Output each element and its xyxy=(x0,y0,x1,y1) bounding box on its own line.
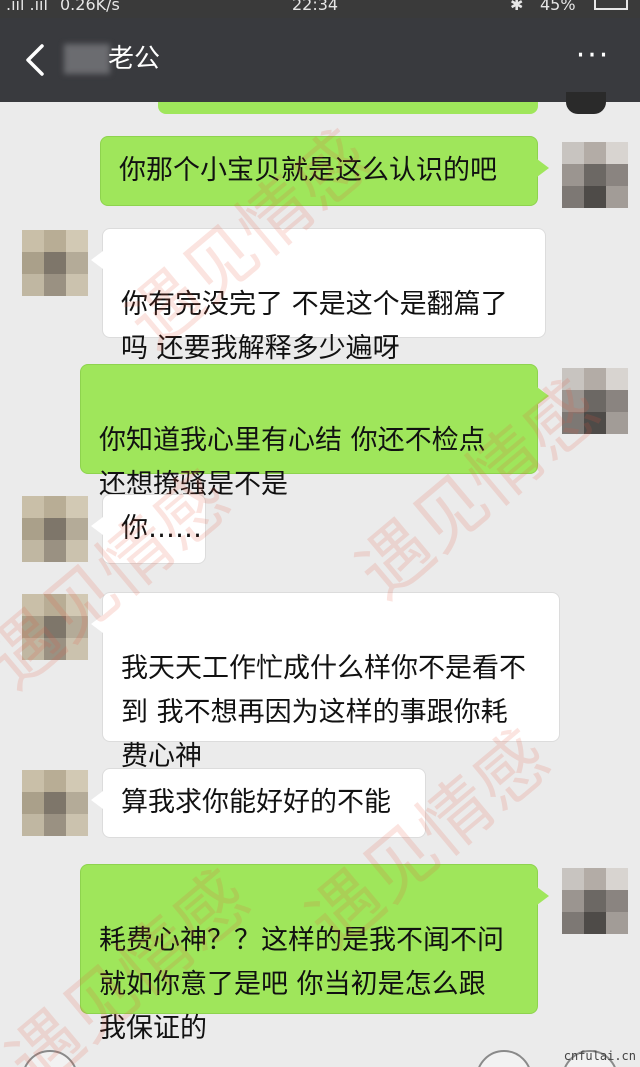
battery-icon xyxy=(594,0,628,10)
voice-toggle-button[interactable] xyxy=(22,1050,78,1067)
more-options-button[interactable]: ··· xyxy=(568,38,618,82)
message-bubble-received[interactable]: 我天天工作忙成什么样你不是看不 到 我不想再因为这样的事跟你耗 费心神 xyxy=(91,592,560,772)
emoji-button[interactable] xyxy=(476,1050,532,1067)
message-bubble-sent[interactable]: 耗费心神？？这样的是我不闻不问 就如你意了是吧 你当初是怎么跟 我保证的 xyxy=(80,864,549,1044)
battery-percent: 45% xyxy=(540,0,576,14)
message-text: 你那个小宝贝就是这么认识的吧 xyxy=(119,155,497,186)
contact-avatar[interactable] xyxy=(22,230,88,296)
contact-avatar[interactable] xyxy=(22,770,88,836)
back-button[interactable] xyxy=(18,38,54,82)
contact-avatar[interactable] xyxy=(22,594,88,660)
contact-name: 老公 xyxy=(108,44,161,74)
my-avatar-partial[interactable] xyxy=(566,92,606,114)
message-text: 你知道我心里有心结 你还不检点 还想撩骚是不是 xyxy=(99,425,486,500)
network-speed: 0.26K/s xyxy=(60,0,120,14)
chevron-left-icon xyxy=(26,44,44,76)
signal-icon: .ııl .ııl xyxy=(6,0,48,14)
contact-avatar[interactable] xyxy=(22,496,88,562)
my-avatar[interactable] xyxy=(562,142,628,208)
chat-header: 老公 ··· xyxy=(0,18,640,102)
message-bubble-received[interactable]: 你…… xyxy=(91,494,206,564)
my-avatar[interactable] xyxy=(562,368,628,434)
clock: 22:34 xyxy=(292,0,339,14)
message-bubble-received[interactable]: 你有完没完了 不是这个是翻篇了 吗 还要我解释多少遍呀 xyxy=(91,228,546,364)
message-bubble-sent[interactable]: 你知道我心里有心结 你还不检点 还想撩骚是不是 xyxy=(80,364,549,500)
message-text: 耗费心神？？这样的是我不闻不问 就如你意了是吧 你当初是怎么跟 我保证的 xyxy=(99,925,504,1044)
message-text: 算我求你能好好的不能 xyxy=(121,787,391,818)
status-bar: .ııl .ııl 0.26K/s 22:34 ✱ 45% xyxy=(0,0,640,18)
chat-area[interactable]: 你那个小宝贝就是这么认识的吧 你有完没完了 不是这个是翻篇了 吗 还要我解释多少… xyxy=(0,92,640,1067)
message-text: 我天天工作忙成什么样你不是看不 到 我不想再因为这样的事跟你耗 费心神 xyxy=(121,653,526,772)
message-text: 你有完没完了 不是这个是翻篇了 吗 还要我解释多少遍呀 xyxy=(121,289,508,364)
message-text: 你…… xyxy=(121,513,202,544)
blurred-name xyxy=(64,44,110,74)
my-avatar[interactable] xyxy=(562,868,628,934)
bluetooth-icon: ✱ xyxy=(510,0,524,14)
message-bubble-sent[interactable]: 你那个小宝贝就是这么认识的吧 xyxy=(100,136,549,206)
message-bubble-received[interactable]: 算我求你能好好的不能 xyxy=(91,768,426,838)
site-watermark: cnfulai.cn xyxy=(563,1049,636,1063)
message-bubble-partial xyxy=(158,102,538,114)
